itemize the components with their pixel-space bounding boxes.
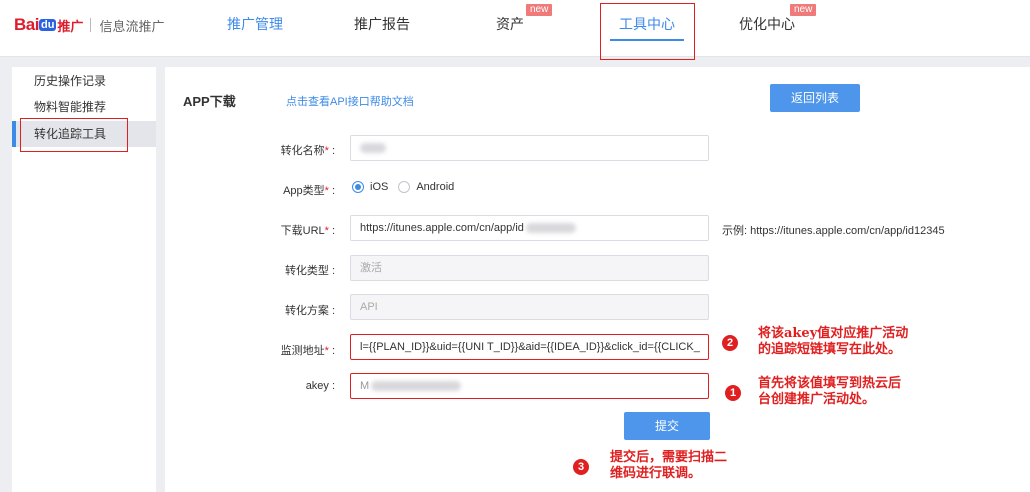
redacted-value (525, 223, 576, 234)
akey-value: M (360, 380, 370, 392)
logo-bai-text: Bai (14, 15, 39, 34)
nav-promotion-management[interactable]: 推广管理 (212, 0, 298, 57)
new-badge: new (790, 4, 817, 16)
annotation-badge-2: 2 (722, 335, 738, 351)
sidebar-item-material-recommend[interactable]: 物料智能推荐 (12, 94, 156, 120)
conversion-plan-label: 转化方案: (284, 305, 335, 317)
submit-button[interactable]: 提交 (624, 412, 710, 440)
top-header: Bai du 推广 信息流推广 推广管理 推广报告 资产 new 工具中心 优化… (0, 0, 1030, 57)
ios-radio[interactable] (352, 181, 364, 193)
sidebar-item-label: 历史操作记录 (34, 74, 107, 88)
app-type-radio-group: iOS Android (352, 181, 454, 193)
new-badge: new (526, 4, 553, 16)
ios-radio-label[interactable]: iOS (370, 181, 388, 193)
annotation-note-1: 首先将该值填写到热云后 台创建推广活动处。 (758, 376, 902, 407)
api-help-link[interactable]: 点击查看API接口帮助文档 (286, 93, 414, 109)
logo-tuiguang-text: 推广 (57, 18, 84, 34)
sidebar-item-label: 物料智能推荐 (34, 100, 107, 114)
nav-assets[interactable]: 资产 new (478, 0, 553, 57)
annotation-badge-1: 1 (725, 385, 741, 401)
download-url-input[interactable]: https://itunes.apple.com/cn/app/id (350, 215, 709, 241)
baidu-tuiguang-logo[interactable]: Bai du 推广 信息流推广 (14, 14, 164, 36)
conversion-type-label: 转化类型: (284, 265, 335, 277)
nav-label: 优化中心 (739, 16, 795, 32)
conversion-name-label: 转化名称*: (280, 145, 335, 157)
product-name: 信息流推广 (99, 18, 165, 34)
android-radio-label[interactable]: Android (416, 181, 454, 193)
monitor-url-input[interactable]: l={{PLAN_ID}}&uid={{UNI T_ID}}&aid={{IDE… (350, 334, 709, 360)
akey-label: akey: (305, 380, 335, 392)
download-url-label: 下载URL*: (280, 225, 335, 237)
conversion-plan-field: API (350, 294, 709, 320)
redacted-value (360, 143, 386, 154)
page-title: APP下载 (183, 94, 236, 109)
nav-label: 资产 (496, 16, 524, 32)
redacted-value (371, 381, 462, 392)
download-url-example: 示例: https://itunes.apple.com/cn/app/id12… (722, 225, 945, 237)
app-type-label: App类型*: (283, 185, 335, 197)
akey-input[interactable]: M (350, 373, 709, 399)
highlight-box-tool-center (600, 3, 695, 60)
nav-promotion-report[interactable]: 推广报告 (339, 0, 425, 57)
conversion-name-input[interactable] (350, 135, 709, 161)
nav-label: 推广报告 (354, 16, 410, 32)
back-to-list-button[interactable]: 返回列表 (770, 84, 860, 112)
main-panel: APP下载 点击查看API接口帮助文档 返回列表 转化名称*: App类型*: … (165, 67, 1030, 492)
conversion-type-field: 激活 (350, 255, 709, 281)
annotation-badge-3: 3 (573, 459, 589, 475)
android-radio[interactable] (398, 181, 411, 193)
logo-du-text: du (38, 19, 57, 31)
annotation-note-3: 提交后，需要扫描二 维码进行联调。 (610, 450, 728, 481)
monitor-url-label: 监测地址*: (280, 345, 335, 357)
sidebar-item-history[interactable]: 历史操作记录 (12, 68, 156, 94)
nav-optimization-center[interactable]: 优化中心 new (724, 0, 817, 57)
download-url-value: https://itunes.apple.com/cn/app/id (360, 222, 524, 234)
nav-label: 推广管理 (227, 16, 283, 32)
logo-divider (90, 18, 92, 32)
highlight-box-conversion-tracking (20, 118, 128, 152)
annotation-note-2: 将该akey值对应推广活动 的追踪短链填写在此处。 (758, 326, 909, 357)
